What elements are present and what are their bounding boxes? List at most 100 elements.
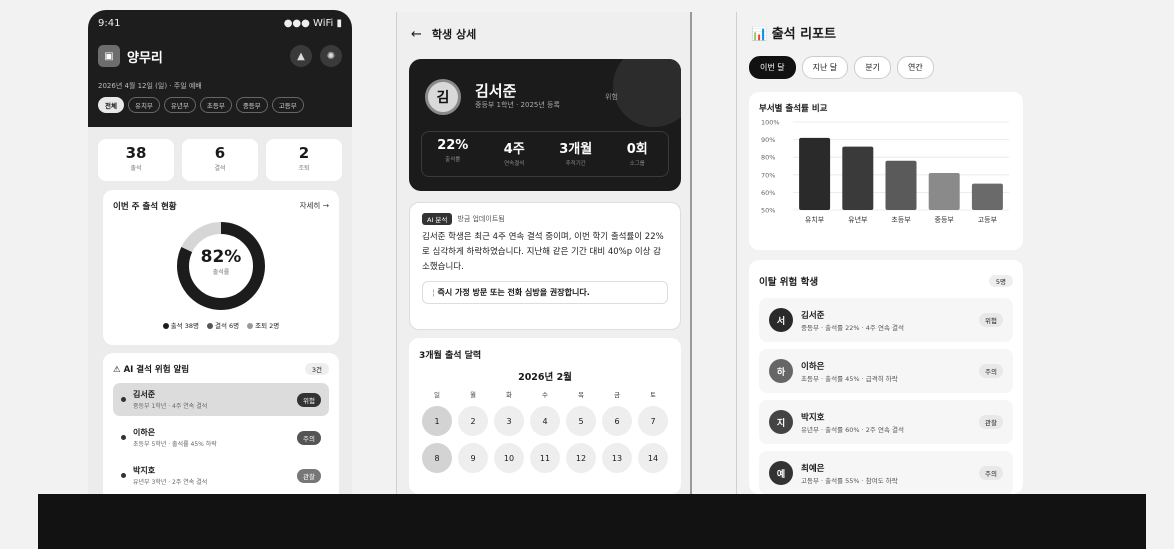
stat-label: 연속결석: [504, 161, 525, 167]
stat-value: 2: [298, 144, 310, 162]
ai-analysis-text: 김서준 학생은 최근 4주 연속 결석 중이며, 이번 학기 출석률이 22%로…: [422, 232, 664, 272]
calendar-day[interactable]: 10: [494, 443, 524, 473]
alert-name: 김서준: [133, 390, 156, 399]
stat-value: 4주: [503, 142, 525, 157]
risk-badge: 주의: [979, 466, 1003, 480]
student-profile-card: 김 김서준 중등부 1학년 · 2025년 등록 위험 22% 출석률 4주 연…: [409, 59, 681, 191]
bar-2[interactable]: [842, 146, 874, 210]
calendar-grid: 일 월 화 수 목 금 토 1 2 3 4 5 6 7 8 9 10 11 12…: [419, 389, 671, 473]
app-logo-icon: ▣: [98, 45, 120, 67]
calendar-day[interactable]: 11: [530, 443, 560, 473]
y-tick-label: 80%: [761, 154, 775, 162]
calendar-day[interactable]: 14: [638, 443, 668, 473]
gear-icon[interactable]: ✺: [320, 45, 342, 67]
y-tick-label: 50%: [761, 207, 775, 215]
stat-card-early-leave[interactable]: 2 조퇴: [266, 139, 342, 181]
weekday-label: 토: [650, 391, 656, 399]
chip-all[interactable]: 전체: [98, 97, 124, 113]
stat-card-absent[interactable]: 6 결석: [182, 139, 258, 181]
ai-absence-alert-card: ⚠ AI 결석 위험 알림 3건 김서준 중등부 1학년 · 4주 연속 결석 …: [103, 353, 339, 496]
tab-year[interactable]: 연간: [896, 56, 934, 79]
detail-header: ← 학생 상세: [397, 12, 690, 42]
risk-student-item[interactable]: 서 김서준 중등부 · 출석률 22% · 4주 연속 결석 위험: [759, 298, 1013, 342]
chip-younger[interactable]: 유년부: [163, 97, 196, 113]
x-tick-label: 고등부: [978, 216, 998, 224]
calendar-day[interactable]: 8: [422, 443, 452, 473]
stat-card-present[interactable]: 38 출석: [98, 139, 174, 181]
stat-tracking-period: 3개월 추적기간: [545, 132, 607, 176]
bar-3[interactable]: [885, 160, 917, 210]
chip-high[interactable]: 고등부: [271, 97, 304, 113]
tab-quarter[interactable]: 분기: [854, 56, 891, 79]
alert-item[interactable]: 김서준 중등부 1학년 · 4주 연속 결석 위험: [113, 383, 329, 416]
weekday-label: 수: [542, 391, 548, 399]
recommendation-box[interactable]: ¦ 즉시 가정 방문 또는 전화 심방을 권장합니다.: [422, 281, 668, 304]
chip-kindergarten[interactable]: 유치부: [127, 97, 160, 113]
weekday-label: 화: [506, 391, 512, 399]
risk-badge: 위험: [297, 392, 321, 407]
risk-student-item[interactable]: 지 박지호 유년부 · 출석률 60% · 2주 연속 결석 관찰: [759, 400, 1013, 444]
stat-value: 38: [125, 144, 147, 162]
date-line: 2026년 4월 12일 (일) · 주일 예배: [98, 82, 202, 90]
tab-this-month[interactable]: 이번 달: [749, 56, 796, 79]
card-title: ⚠ AI 결석 위험 알림: [113, 365, 190, 375]
avatar: 예: [769, 461, 793, 485]
details-link[interactable]: 자세히 →: [300, 200, 329, 212]
student-name: 최예은: [801, 463, 825, 474]
ai-analysis-card: AI 분석 방금 업데이트됨 김서준 학생은 최근 4주 연속 결석 중이며, …: [409, 202, 681, 330]
bar-4[interactable]: [928, 173, 960, 210]
calendar-day[interactable]: 6: [602, 406, 632, 436]
bell-icon[interactable]: ▲: [290, 45, 312, 67]
student-name: 김서준: [801, 310, 825, 321]
y-tick-label: 70%: [761, 171, 775, 179]
risk-student-item[interactable]: 예 최예은 고등부 · 출석률 55% · 참여도 하락 주의: [759, 451, 1013, 494]
risk-badge: 주의: [979, 364, 1003, 378]
risk-badge: 관찰: [979, 415, 1003, 429]
avatar: 서: [769, 308, 793, 332]
weekday-label: 목: [578, 391, 584, 399]
calendar-day[interactable]: 9: [458, 443, 488, 473]
student-name: 김서준: [475, 82, 517, 100]
legend-label: 결석 6명: [214, 322, 240, 330]
bottom-bar: [38, 494, 1146, 549]
calendar-day[interactable]: 3: [494, 406, 524, 436]
alert-desc: 초등부 5학년 · 출석률 45% 하락: [133, 441, 217, 448]
risk-student-item[interactable]: 하 이하은 초등부 · 출석률 45% · 급격히 하락 주의: [759, 349, 1013, 393]
alert-item[interactable]: 이하은 초등부 5학년 · 출석률 45% 하락 주의: [113, 421, 329, 454]
x-tick-label: 중등부: [935, 216, 955, 224]
student-desc: 중등부 · 출석률 22% · 4주 연속 결석: [801, 323, 904, 332]
calendar-day[interactable]: 2: [458, 406, 488, 436]
stat-value: 0회: [626, 142, 648, 157]
lightbulb-icon: ¦: [432, 288, 435, 297]
calendar-day[interactable]: 5: [566, 406, 596, 436]
legend-label: 출석 38명: [170, 322, 199, 330]
chip-middle[interactable]: 중등부: [235, 97, 268, 113]
alert-desc: 유년부 3학년 · 2주 연속 결석: [133, 479, 208, 486]
alert-item[interactable]: 박지호 유년부 3학년 · 2주 연속 결석 관찰: [113, 459, 329, 492]
report-screen: 📊 출석 리포트 이번 달 지난 달 분기 연간 부서별 출석률 비교 50% 6…: [736, 12, 1032, 494]
weekday-label: 월: [470, 391, 476, 399]
card-title: 이번 주 출석 현황: [113, 202, 177, 212]
ai-tag: AI 분석: [422, 213, 453, 225]
calendar-day[interactable]: 7: [638, 406, 668, 436]
chip-elementary[interactable]: 초등부: [199, 97, 232, 113]
x-tick-label: 초등부: [891, 216, 911, 224]
stat-label: 조퇴: [298, 165, 310, 172]
calendar-day[interactable]: 13: [602, 443, 632, 473]
weekday-label: 일: [434, 391, 440, 399]
student-info: 중등부 1학년 · 2025년 등록: [475, 101, 560, 109]
risk-count: 5명: [988, 275, 1013, 287]
bar-5[interactable]: [971, 183, 1003, 210]
alert-name: 박지호: [133, 466, 156, 475]
status-bar: 9:41 ●●● WiFi ▮: [98, 18, 342, 29]
risk-badge: 관찰: [297, 468, 321, 483]
calendar-day[interactable]: 1: [422, 406, 452, 436]
tab-last-month[interactable]: 지난 달: [801, 56, 849, 79]
calendar-day[interactable]: 4: [530, 406, 560, 436]
calendar-day[interactable]: 12: [566, 443, 596, 473]
back-arrow-icon[interactable]: ←: [411, 27, 422, 42]
bar-1[interactable]: [799, 137, 831, 210]
alert-name: 이하은: [133, 428, 156, 437]
weekday-label: 금: [614, 391, 620, 399]
avatar: 하: [769, 359, 793, 383]
